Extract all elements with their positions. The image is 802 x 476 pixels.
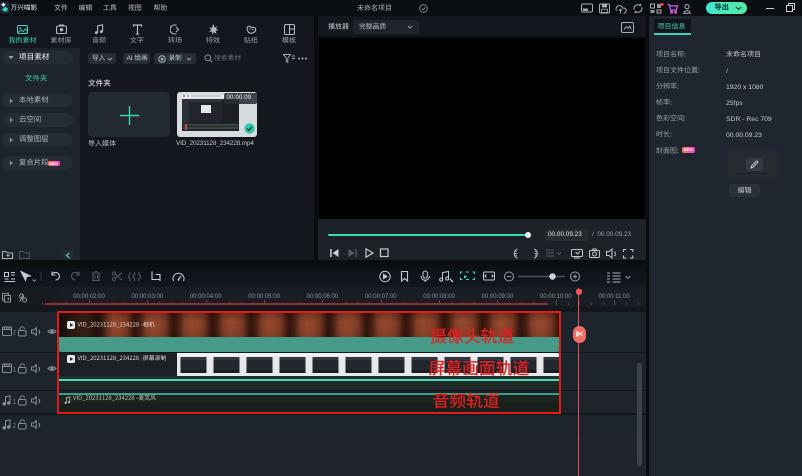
svg-text:1: 1 bbox=[13, 368, 17, 374]
svg-text:2: 2 bbox=[13, 331, 17, 337]
svg-text:1: 1 bbox=[13, 400, 17, 406]
svg-text:2: 2 bbox=[13, 424, 17, 430]
